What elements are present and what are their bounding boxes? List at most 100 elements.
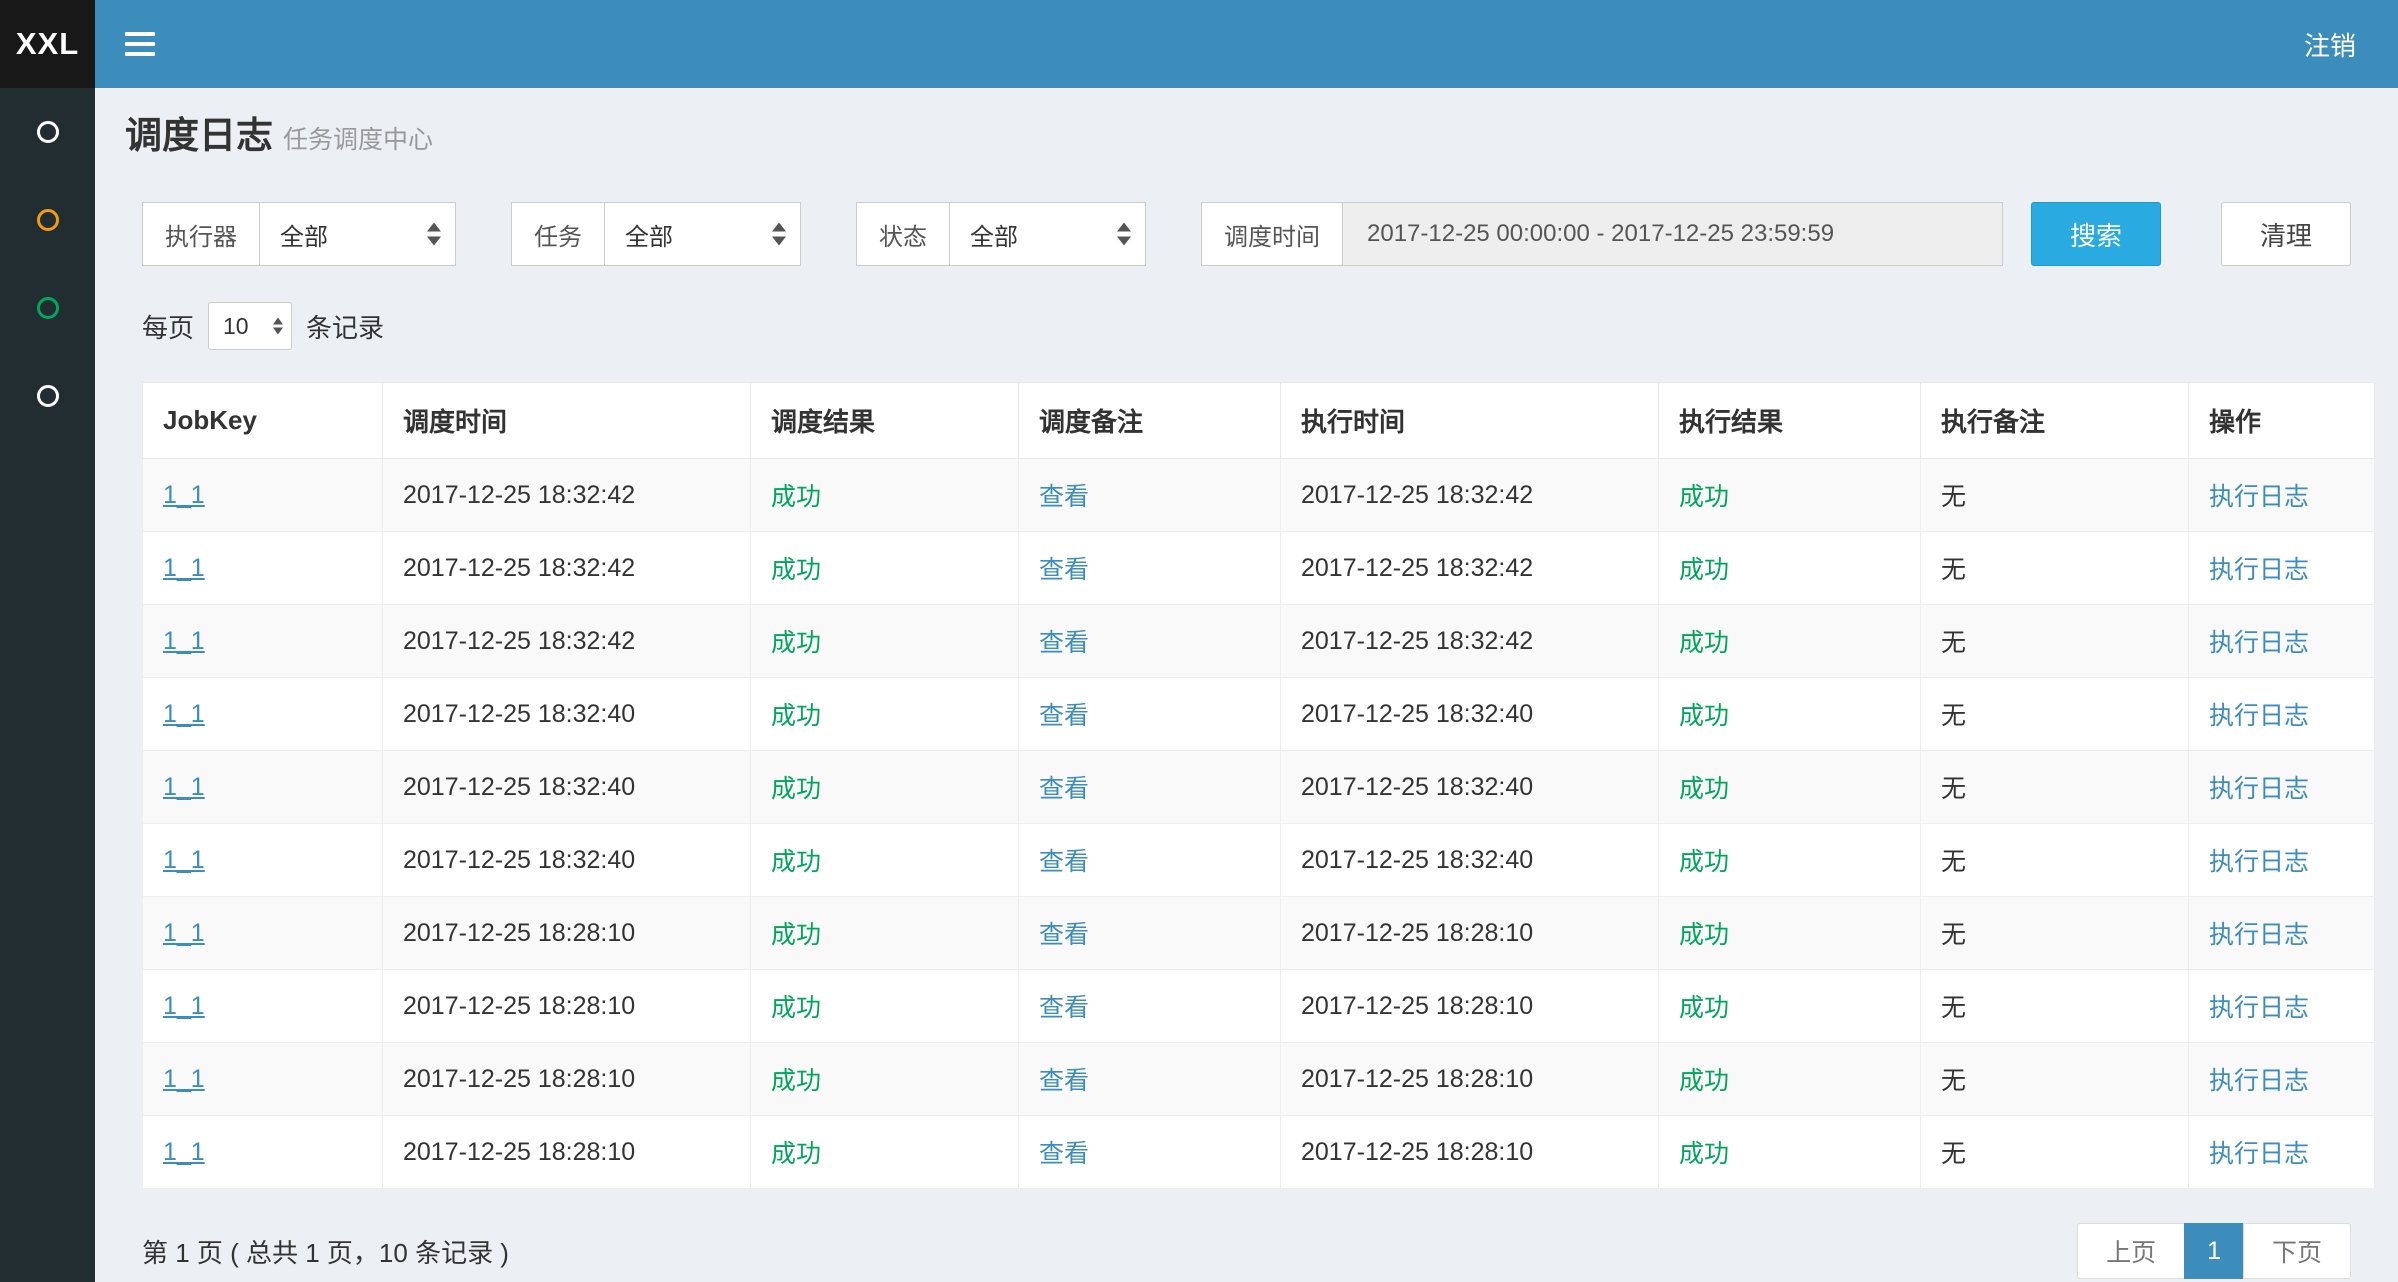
trigger-time: 2017-12-25 18:32:42 (403, 627, 635, 655)
table-row: 1_1 2017-12-25 18:32:40 成功 查看 2017-12-25 18:… (143, 824, 2375, 897)
exec-log-link[interactable]: 执行日志 (2209, 556, 2309, 584)
status-select[interactable]: 全部 (950, 202, 1146, 266)
handle-msg: 无 (1941, 775, 1966, 803)
job-key-link[interactable]: 1_1 (163, 773, 205, 801)
job-key-link[interactable]: 1_1 (163, 1138, 205, 1166)
col-header-handle-result: 执行结果 (1659, 383, 1921, 459)
handle-result: 成功 (1679, 775, 1729, 803)
trigger-result: 成功 (771, 848, 821, 876)
pagination-controls: 上页 1 下页 (2077, 1223, 2351, 1279)
job-key-link[interactable]: 1_1 (163, 919, 205, 947)
trigger-msg-link[interactable]: 查看 (1039, 1140, 1089, 1168)
trigger-msg-link[interactable]: 查看 (1039, 1067, 1089, 1095)
top-navbar: XXL 注销 (0, 0, 2398, 88)
search-button[interactable]: 搜索 (2031, 202, 2161, 266)
handle-result: 成功 (1679, 702, 1729, 730)
trigger-result: 成功 (771, 629, 821, 657)
job-select[interactable]: 全部 (605, 202, 801, 266)
trigger-msg-link[interactable]: 查看 (1039, 483, 1089, 511)
handle-msg: 无 (1941, 483, 1966, 511)
trigger-time: 2017-12-25 18:28:10 (403, 919, 635, 947)
trigger-time-filter-label: 调度时间 (1201, 202, 1343, 266)
col-header-action: 操作 (2189, 383, 2375, 459)
trigger-time-range-input[interactable]: 2017-12-25 00:00:00 - 2017-12-25 23:59:5… (1343, 202, 2003, 266)
page-size-value: 10 (223, 313, 249, 340)
next-page-button[interactable]: 下页 (2243, 1223, 2351, 1279)
log-table-body: 1_12017-12-25 18:32:42成功查看2017-12-25 18:… (143, 459, 2375, 1189)
trigger-msg-link[interactable]: 查看 (1039, 702, 1089, 730)
handle-time: 2017-12-25 18:28:10 (1301, 992, 1533, 1020)
handle-msg: 无 (1941, 1067, 1966, 1095)
exec-log-link[interactable]: 执行日志 (2209, 483, 2309, 511)
trigger-time: 2017-12-25 18:32:40 (403, 700, 635, 728)
col-header-trigger-time: 调度时间 (383, 383, 751, 459)
status-select-value: 全部 (970, 217, 1018, 252)
job-key-link[interactable]: 1_1 (163, 1065, 205, 1093)
filter-bar: 执行器 全部 任务 全部 状态 全部 (142, 202, 2351, 266)
job-key-link[interactable]: 1_1 (163, 700, 205, 728)
main-content: 调度日志任务调度中心 执行器 全部 任务 全部 状态 全部 (95, 88, 2398, 1282)
job-key-link[interactable]: 1_1 (163, 554, 205, 582)
trigger-msg-link[interactable]: 查看 (1039, 921, 1089, 949)
job-key-link[interactable]: 1_1 (163, 627, 205, 655)
page-size-suffix: 条记录 (306, 308, 384, 345)
handle-msg: 无 (1941, 1140, 1966, 1168)
trigger-msg-link[interactable]: 查看 (1039, 994, 1089, 1022)
job-key-link[interactable]: 1_1 (163, 481, 205, 509)
executor-select[interactable]: 全部 (260, 202, 456, 266)
trigger-msg-link[interactable]: 查看 (1039, 629, 1089, 657)
handle-result: 成功 (1679, 1140, 1729, 1168)
handle-time: 2017-12-25 18:32:40 (1301, 846, 1533, 874)
current-page-button[interactable]: 1 (2184, 1223, 2244, 1279)
sidebar-item-3[interactable] (0, 264, 95, 352)
handle-result: 成功 (1679, 848, 1729, 876)
table-header-row: JobKey 调度时间 调度结果 调度备注 执行时间 执行结果 执行备注 操作 (143, 383, 2375, 459)
trigger-msg-link[interactable]: 查看 (1039, 775, 1089, 803)
navbar-main: 注销 (95, 0, 2398, 88)
clear-button[interactable]: 清理 (2221, 202, 2351, 266)
handle-msg: 无 (1941, 921, 1966, 949)
trigger-time: 2017-12-25 18:28:10 (403, 992, 635, 1020)
circle-icon (37, 121, 59, 143)
sidebar-toggle-hamburger-icon[interactable] (125, 32, 155, 56)
page-size-select[interactable]: 10 (208, 302, 292, 350)
status-filter-group: 状态 全部 (856, 202, 1146, 266)
app-logo: XXL (0, 0, 95, 88)
exec-log-link[interactable]: 执行日志 (2209, 1067, 2309, 1095)
page-size-prefix: 每页 (142, 308, 194, 345)
executor-select-value: 全部 (280, 217, 328, 252)
trigger-result: 成功 (771, 483, 821, 511)
exec-log-link[interactable]: 执行日志 (2209, 1140, 2309, 1168)
job-key-link[interactable]: 1_1 (163, 992, 205, 1020)
select-arrows-icon (772, 223, 786, 246)
trigger-result: 成功 (771, 775, 821, 803)
sidebar-item-1[interactable] (0, 88, 95, 176)
exec-log-link[interactable]: 执行日志 (2209, 629, 2309, 657)
pagination-summary: 第 1 页 ( 总共 1 页，10 条记录 ) (142, 1233, 509, 1270)
trigger-msg-link[interactable]: 查看 (1039, 556, 1089, 584)
table-row: 1_12017-12-25 18:28:10成功查看2017-12-25 18:… (143, 1116, 2375, 1189)
table-row: 1_12017-12-25 18:32:42成功查看2017-12-25 18:… (143, 605, 2375, 678)
prev-page-button[interactable]: 上页 (2077, 1223, 2185, 1279)
exec-log-link[interactable]: 执行日志 (2209, 775, 2309, 803)
scheduler-log-page: XXL 注销 调度日志任务调度中心 执行器 全部 任务 全部 (0, 0, 2398, 1282)
exec-log-link[interactable]: 执行日志 (2209, 848, 2309, 876)
handle-time: 2017-12-25 18:28:10 (1301, 1065, 1533, 1093)
sidebar-item-2[interactable] (0, 176, 95, 264)
col-header-handle-time: 执行时间 (1281, 383, 1659, 459)
page-subtitle: 任务调度中心 (283, 126, 433, 154)
trigger-msg-link[interactable]: 查看 (1039, 848, 1089, 876)
handle-msg: 无 (1941, 848, 1966, 876)
trigger-time: 2017-12-25 18:32:40 (403, 846, 635, 874)
select-arrows-icon (273, 318, 283, 335)
exec-log-link[interactable]: 执行日志 (2209, 921, 2309, 949)
exec-log-link[interactable]: 执行日志 (2209, 702, 2309, 730)
trigger-result: 成功 (771, 994, 821, 1022)
job-key-link[interactable]: 1_1 (163, 846, 205, 874)
exec-log-link[interactable]: 执行日志 (2209, 994, 2309, 1022)
log-table: JobKey 调度时间 调度结果 调度备注 执行时间 执行结果 执行备注 操作 … (142, 382, 2375, 1189)
logout-link[interactable]: 注销 (2304, 26, 2356, 63)
sidebar-item-4[interactable] (0, 352, 95, 440)
trigger-time: 2017-12-25 18:32:42 (403, 554, 635, 582)
trigger-time-filter-group: 调度时间 2017-12-25 00:00:00 - 2017-12-25 23… (1201, 202, 2003, 266)
